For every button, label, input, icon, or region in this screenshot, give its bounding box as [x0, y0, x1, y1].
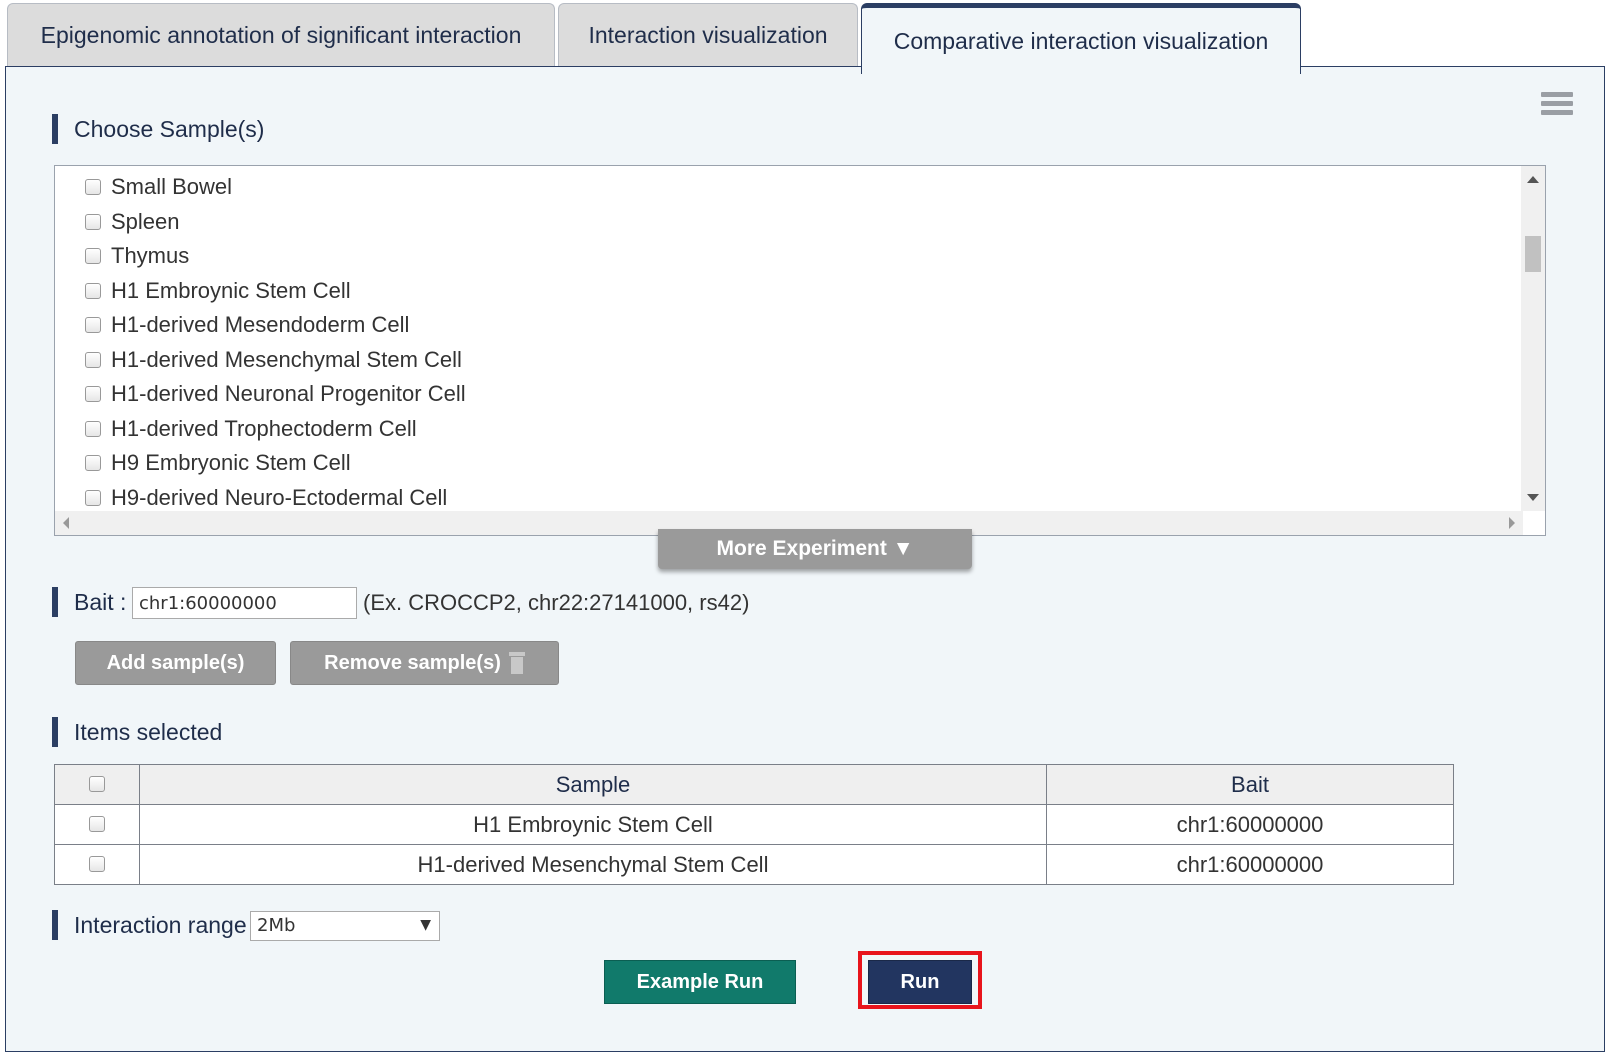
dropdown-caret-icon: ▼ [420, 917, 431, 933]
sample-option-label: H1-derived Mesendoderm Cell [111, 312, 410, 338]
row-checkbox[interactable] [89, 815, 105, 832]
sample-option[interactable]: Spleen [85, 205, 466, 240]
sample-option[interactable]: Small Bowel [85, 170, 466, 205]
hamburger-menu-icon[interactable] [1541, 92, 1573, 118]
more-experiment-button[interactable]: More Experiment ▼ [658, 529, 972, 569]
add-samples-button[interactable]: Add sample(s) [75, 641, 276, 685]
sample-checkbox[interactable] [85, 455, 101, 472]
trash-icon [508, 652, 525, 674]
choose-samples-title: Choose Sample(s) [74, 115, 265, 142]
section-marker [52, 587, 58, 617]
example-run-button[interactable]: Example Run [604, 960, 796, 1004]
items-selected-title: Items selected [74, 718, 223, 745]
interaction-range-value: 2Mb [257, 915, 296, 936]
section-marker [52, 717, 58, 747]
sample-checkbox[interactable] [85, 213, 101, 230]
interaction-range-label: Interaction range [74, 911, 247, 938]
tab-interaction-visualization[interactable]: Interaction visualization [558, 3, 858, 66]
sample-option[interactable]: H1-derived Mesendoderm Cell [85, 308, 466, 343]
bait-input[interactable] [132, 587, 357, 619]
section-marker [52, 114, 58, 144]
tab-bar: Epigenomic annotation of significant int… [5, 3, 1605, 74]
sample-list-box[interactable]: Small Bowel Spleen Thymus H1 Embroynic S… [54, 165, 1546, 536]
tab-comparative-interaction-visualization[interactable]: Comparative interaction visualization [861, 3, 1301, 74]
sample-option-label: H9 Embryonic Stem Cell [111, 450, 351, 476]
row-checkbox[interactable] [89, 855, 105, 872]
table-header-row: Sample Bait [54, 764, 1454, 805]
bait-column-header: Bait [1046, 764, 1454, 805]
sample-option[interactable]: H9 Embryonic Stem Cell [85, 446, 466, 481]
sample-option-label: H9-derived Neuro-Ectodermal Cell [111, 484, 448, 510]
sample-checkbox[interactable] [85, 317, 101, 334]
sample-option-label: H1-derived Trophectoderm Cell [111, 415, 417, 441]
remove-samples-label: Remove sample(s) [324, 651, 501, 674]
row-checkbox-cell [54, 844, 140, 885]
select-all-checkbox[interactable] [89, 775, 105, 792]
row-bait-cell: chr1:60000000 [1046, 804, 1454, 845]
sample-checkbox[interactable] [85, 248, 101, 265]
remove-samples-button[interactable]: Remove sample(s) [290, 641, 559, 685]
section-marker [52, 910, 58, 940]
sample-checkbox[interactable] [85, 282, 101, 299]
sample-option-label: Small Bowel [111, 174, 233, 200]
scroll-up-arrow-icon[interactable] [1527, 176, 1539, 183]
sample-checkbox[interactable] [85, 179, 101, 196]
items-selected-heading: Items selected [52, 717, 222, 747]
row-checkbox-cell [54, 804, 140, 845]
row-sample-cell: H1-derived Mesenchymal Stem Cell [139, 844, 1047, 885]
sample-checkbox[interactable] [85, 489, 101, 506]
add-samples-label: Add sample(s) [106, 651, 245, 674]
sample-checkbox[interactable] [85, 351, 101, 368]
sample-option-label: H1-derived Mesenchymal Stem Cell [111, 346, 462, 372]
items-selected-table: Sample Bait H1 Embroynic Stem Cell chr1:… [54, 764, 1454, 885]
comparative-panel: Choose Sample(s) Small Bowel Spleen Thym… [5, 66, 1605, 1052]
bait-label: Bait : [74, 588, 127, 615]
sample-option[interactable]: H1-derived Neuronal Progenitor Cell [85, 377, 466, 412]
run-button[interactable]: Run [868, 960, 972, 1004]
scrollbar-thumb[interactable] [1525, 236, 1541, 272]
sample-option-label: H1 Embroynic Stem Cell [111, 277, 351, 303]
sample-option-label: Thymus [111, 243, 190, 269]
table-row: H1-derived Mesenchymal Stem Cell chr1:60… [54, 844, 1454, 885]
row-bait-cell: chr1:60000000 [1046, 844, 1454, 885]
sample-list: Small Bowel Spleen Thymus H1 Embroynic S… [85, 170, 466, 515]
sample-column-header: Sample [139, 764, 1047, 805]
table-row: H1 Embroynic Stem Cell chr1:60000000 [54, 804, 1454, 845]
scroll-left-arrow-icon[interactable] [63, 517, 69, 529]
sample-option[interactable]: H9-derived Neuro-Ectodermal Cell [85, 481, 466, 516]
tab-epigenomic-annotation[interactable]: Epigenomic annotation of significant int… [7, 3, 555, 66]
scroll-right-arrow-icon[interactable] [1509, 517, 1515, 529]
sample-option[interactable]: H1-derived Trophectoderm Cell [85, 412, 466, 447]
sample-option-label: Spleen [111, 208, 180, 234]
bait-heading: Bait : [52, 587, 126, 617]
bait-example-hint: (Ex. CROCCP2, chr22:27141000, rs42) [363, 590, 750, 615]
row-sample-cell: H1 Embroynic Stem Cell [139, 804, 1047, 845]
scroll-down-arrow-icon[interactable] [1527, 494, 1539, 501]
sample-checkbox[interactable] [85, 386, 101, 403]
select-all-cell [54, 764, 140, 805]
interaction-range-heading: Interaction range [52, 910, 247, 940]
interaction-range-select[interactable]: 2Mb ▼ [250, 911, 440, 941]
sample-option-label: H1-derived Neuronal Progenitor Cell [111, 381, 466, 407]
choose-samples-heading: Choose Sample(s) [52, 114, 264, 144]
sample-checkbox[interactable] [85, 420, 101, 437]
sample-option[interactable]: H1-derived Mesenchymal Stem Cell [85, 343, 466, 378]
sample-option[interactable]: Thymus [85, 239, 466, 274]
sample-option[interactable]: H1 Embroynic Stem Cell [85, 274, 466, 309]
vertical-scrollbar[interactable] [1521, 166, 1545, 511]
